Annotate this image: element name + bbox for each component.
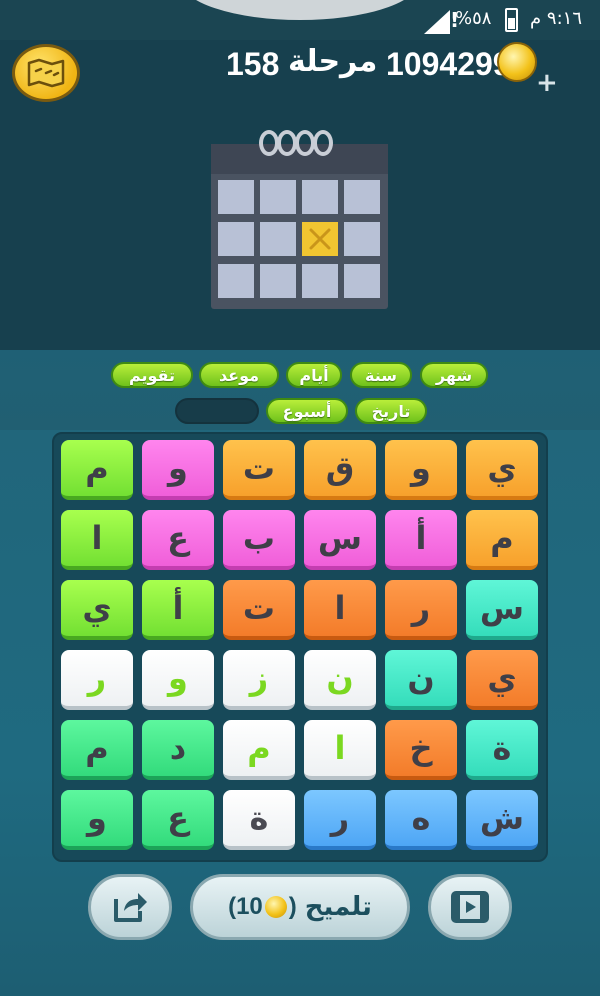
letter-tile[interactable]: ر: [304, 790, 376, 850]
calendar-day: [344, 222, 380, 256]
letter-tile[interactable]: ع: [142, 510, 214, 570]
letter-tile[interactable]: خ: [385, 720, 457, 780]
answer-slot-empty: [175, 398, 259, 424]
answer-word: موعد: [199, 362, 279, 388]
letter-board: ي و ق ت و م م أ س ب ع ا س ر ا ت أ ي ي ن …: [52, 432, 548, 862]
hint-label: تلميح: [304, 892, 372, 922]
coin-balance: 1094299: [386, 46, 511, 82]
answer-word: أيام: [286, 362, 342, 388]
status-bar: ! %٥٨ ٩:١٦ م: [0, 0, 600, 40]
letter-tile[interactable]: د: [142, 720, 214, 780]
letter-tile-used[interactable]: م: [223, 720, 295, 780]
clock: ٩:١٦ م: [530, 8, 582, 29]
hint-cost: ( 10 ): [228, 893, 297, 921]
answer-word: تقويم: [111, 362, 193, 388]
calendar-icon: [211, 130, 388, 309]
letter-tile[interactable]: ا: [304, 580, 376, 640]
hint-button[interactable]: ( 10 ) تلميح: [190, 874, 410, 940]
answers-area: شهر سنة أيام موعد تقويم تاريخ أسبوع: [0, 350, 600, 430]
answer-word: سنة: [350, 362, 412, 388]
letter-tile-used[interactable]: ر: [61, 650, 133, 710]
coin-icon: [497, 42, 537, 82]
letter-tile[interactable]: م: [466, 510, 538, 570]
calendar-ring-icon: [277, 130, 297, 156]
hint-cost-close: ): [288, 893, 297, 920]
calendar-day: [260, 180, 296, 214]
letter-tile[interactable]: ب: [223, 510, 295, 570]
picture-clue-area: [0, 102, 600, 350]
answer-word: أسبوع: [266, 398, 348, 424]
cross-mark-icon: [309, 228, 331, 250]
calendar-ring-icon: [259, 130, 279, 156]
level-label: مرحلة: [288, 44, 378, 79]
letter-tile-used[interactable]: و: [142, 650, 214, 710]
letter-tile[interactable]: ت: [223, 440, 295, 500]
map-icon: [27, 58, 65, 88]
signal-icon: [424, 10, 450, 34]
letter-tile[interactable]: ي: [466, 650, 538, 710]
letter-tile[interactable]: ع: [142, 790, 214, 850]
add-coins-icon[interactable]: +: [536, 68, 558, 98]
letter-tile[interactable]: ة: [223, 790, 295, 850]
letter-tile[interactable]: م: [61, 440, 133, 500]
letter-tile[interactable]: و: [61, 790, 133, 850]
letter-tile[interactable]: س: [466, 580, 538, 640]
calendar-day: [260, 264, 296, 298]
calendar-day: [218, 180, 254, 214]
hint-cost-value: 10: [236, 893, 263, 920]
answer-word: شهر: [420, 362, 488, 388]
calendar-day: [302, 264, 338, 298]
letter-tile[interactable]: ن: [385, 650, 457, 710]
battery-icon: [505, 8, 518, 32]
level-number: 158: [226, 46, 280, 82]
game-header: 158 مرحلة 1094299 +: [0, 40, 600, 102]
letter-tile-used[interactable]: ز: [223, 650, 295, 710]
status-bar-decoration: [180, 0, 420, 20]
letter-tile[interactable]: ش: [466, 790, 538, 850]
letter-tile[interactable]: أ: [385, 510, 457, 570]
battery-percent: %٥٨: [455, 8, 492, 29]
calendar-day: [218, 222, 254, 256]
calendar-day: [344, 180, 380, 214]
letter-tile-used[interactable]: ن: [304, 650, 376, 710]
share-button[interactable]: [88, 874, 172, 940]
letter-tile[interactable]: ت: [223, 580, 295, 640]
video-icon: [451, 891, 489, 923]
letter-tile[interactable]: ة: [466, 720, 538, 780]
letter-tile[interactable]: و: [385, 440, 457, 500]
calendar-day: [260, 222, 296, 256]
letter-tile[interactable]: ي: [61, 580, 133, 640]
calendar-ring-icon: [313, 130, 333, 156]
letter-tile[interactable]: ق: [304, 440, 376, 500]
hint-cost-open: (: [228, 893, 237, 920]
coin-icon: [264, 896, 287, 918]
share-icon: [114, 893, 147, 922]
letter-tile[interactable]: س: [304, 510, 376, 570]
letter-tile-used[interactable]: ا: [304, 720, 376, 780]
calendar-day: [218, 264, 254, 298]
answer-word: تاريخ: [355, 398, 427, 424]
letter-tile[interactable]: ه: [385, 790, 457, 850]
letter-tile[interactable]: ي: [466, 440, 538, 500]
letter-tile[interactable]: ر: [385, 580, 457, 640]
calendar-day-marked: [302, 222, 338, 256]
calendar-ring-icon: [295, 130, 315, 156]
letter-tile[interactable]: و: [142, 440, 214, 500]
map-button[interactable]: [12, 44, 80, 102]
watch-video-button[interactable]: [428, 874, 512, 940]
letter-tile[interactable]: ا: [61, 510, 133, 570]
calendar-day: [344, 264, 380, 298]
letter-tile[interactable]: م: [61, 720, 133, 780]
letter-tile[interactable]: أ: [142, 580, 214, 640]
calendar-day: [302, 180, 338, 214]
